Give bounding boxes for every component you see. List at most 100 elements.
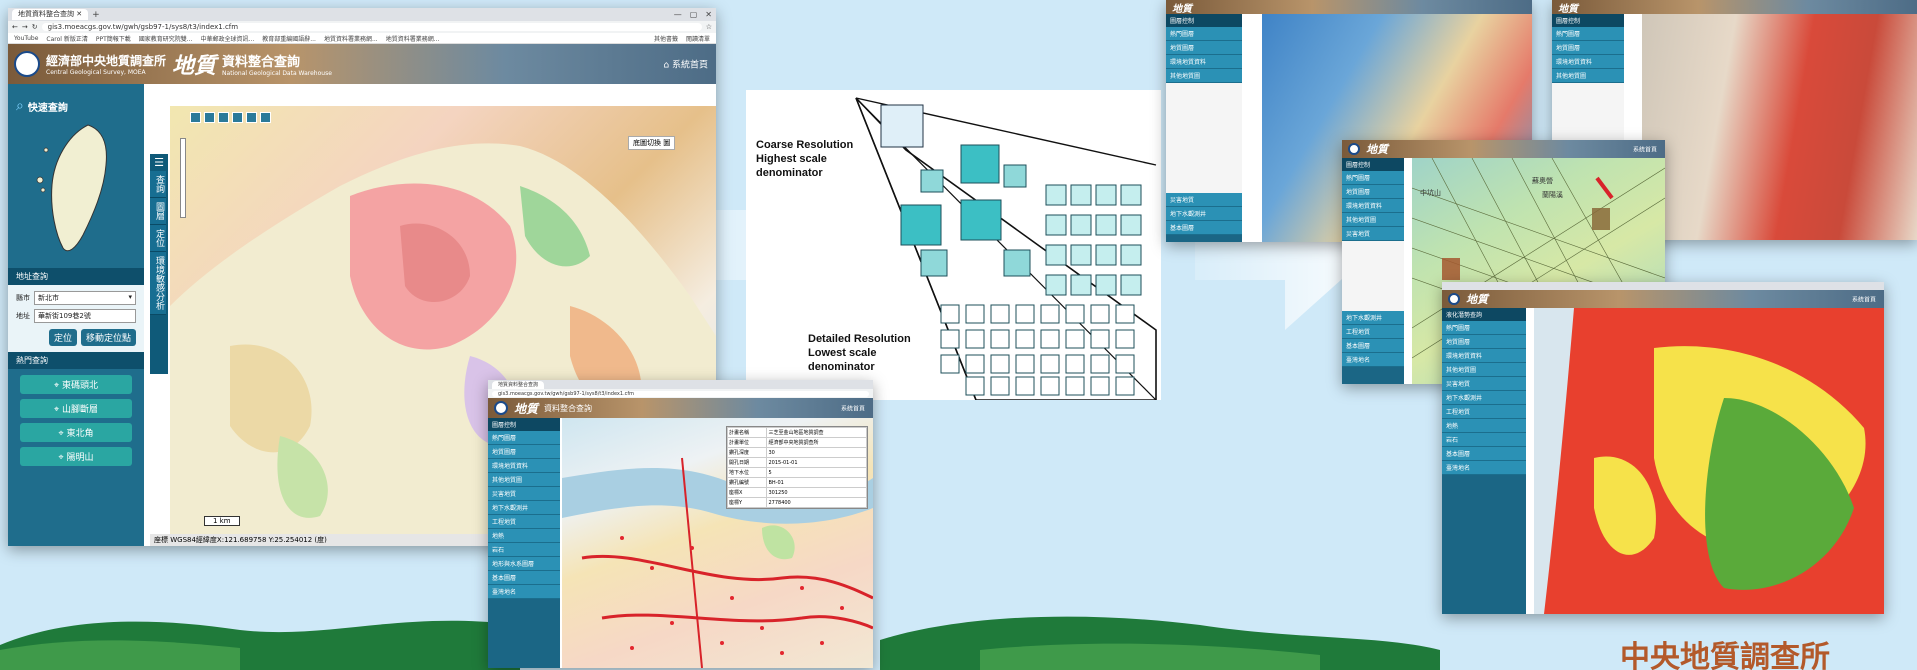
layer-item[interactable]: 其他地質圖 <box>1342 213 1404 227</box>
back-icon[interactable]: ← <box>12 23 18 31</box>
nav-item-query[interactable]: 查詢 <box>150 171 166 198</box>
zoom-slider[interactable] <box>180 138 186 218</box>
layer-item[interactable]: 熱門圖層 <box>1342 171 1404 185</box>
layer-item[interactable]: 基本圖層 <box>1342 339 1404 353</box>
layer-item[interactable]: 熱門圖層 <box>1166 27 1242 41</box>
county-select[interactable]: 新北市 ▾ <box>34 291 136 305</box>
layer-item[interactable]: 工程地質 <box>488 515 560 529</box>
layer-item[interactable]: 熱門圖層 <box>488 431 560 445</box>
bookmark-item[interactable]: PPT簡報下載 <box>96 34 131 43</box>
locate-button[interactable]: 定位 <box>48 329 77 346</box>
layer-checkbox-list[interactable] <box>1342 241 1404 311</box>
bookmark-item[interactable]: 中華郵政全球資訊... <box>201 34 255 43</box>
layer-item[interactable]: 地熱 <box>1442 419 1526 433</box>
nav-item-layers[interactable]: 圖層 <box>150 198 166 225</box>
layer-item[interactable]: 基本圖層 <box>488 571 560 585</box>
banner-title: 地質 <box>172 53 217 79</box>
table-cell: 301250 <box>766 487 867 498</box>
bookmark-item[interactable]: YouTube <box>14 35 38 42</box>
layer-item[interactable]: 其他地質圖 <box>1442 363 1526 377</box>
bookmark-item[interactable]: 閱讀清單 <box>686 34 710 43</box>
layer-item[interactable]: 其他地質圖 <box>1166 69 1242 83</box>
layer-item[interactable]: 熱門圖層 <box>1552 27 1624 41</box>
layer-item[interactable]: 地下水觀測井 <box>1442 391 1526 405</box>
bookmark-item[interactable]: 地質資料署業務網... <box>324 34 378 43</box>
address-input[interactable]: 華新街109巷2號 <box>34 309 136 323</box>
layer-item[interactable]: 地質圖層 <box>1166 41 1242 55</box>
bookmark-item[interactable]: Carol 新版正清 <box>46 34 87 43</box>
taiwan-map-icon[interactable] <box>28 120 128 260</box>
new-tab-icon[interactable]: + <box>92 10 100 20</box>
address-bar: ← → ↻ gis3.moeacgs.gov.tw/gwh/gsb97-1/sy… <box>8 21 716 33</box>
layer-item[interactable]: 地質圖層 <box>488 445 560 459</box>
layer-item[interactable]: 地熱 <box>488 529 560 543</box>
menu-icon[interactable]: ☰ <box>150 154 168 171</box>
layer-item[interactable]: 地形與水系圖層 <box>488 557 560 571</box>
measure-tool-icon[interactable] <box>232 112 243 123</box>
basemap-switch[interactable]: 底圖切換 圖 <box>628 136 676 150</box>
move-locate-button[interactable]: 移動定位點 <box>80 329 136 346</box>
layer-item[interactable]: 基本圖層 <box>1166 221 1242 235</box>
layer-item[interactable]: 其他地質圖 <box>488 473 560 487</box>
forward-icon[interactable]: → <box>22 23 28 31</box>
reload-icon[interactable]: ↻ <box>32 23 38 31</box>
layer-item[interactable]: 岩石 <box>488 543 560 557</box>
zoom-in-tool-icon[interactable] <box>190 112 201 123</box>
star-icon[interactable]: ☆ <box>706 23 712 31</box>
layer-item[interactable]: 地下水觀測井 <box>1166 207 1242 221</box>
layer-item[interactable]: 環境地質資料 <box>1442 349 1526 363</box>
layer-item[interactable]: 環境地質資料 <box>1342 199 1404 213</box>
pan-tool-icon[interactable] <box>218 112 229 123</box>
nav-item-locate[interactable]: 定位 <box>150 225 166 252</box>
layer-item[interactable]: 環境地質資料 <box>1166 55 1242 69</box>
map-canvas[interactable] <box>1642 14 1917 240</box>
bookmark-item[interactable]: 教育部重編國語辭... <box>262 34 316 43</box>
bookmark-item[interactable]: 其他書籤 <box>654 34 678 43</box>
layer-item[interactable]: 岩石 <box>1442 433 1526 447</box>
hot-item-button[interactable]: ⌖ 東碼頭北 <box>20 375 132 394</box>
layer-item[interactable]: 環境地質資料 <box>488 459 560 473</box>
map-canvas[interactable] <box>1534 308 1884 614</box>
url-field[interactable]: gis3.moeacgs.gov.tw/gwh/gsb97-1/sys8/t3/… <box>492 390 869 397</box>
hot-item-button[interactable]: ⌖ 山腳斷層 <box>20 399 132 418</box>
layer-item[interactable]: 臺灣地名 <box>1342 353 1404 367</box>
layer-item[interactable]: 環境地質資料 <box>1552 55 1624 69</box>
window-controls[interactable]: — ▢ ✕ <box>674 9 712 20</box>
layer-item[interactable]: 地下水觀測井 <box>488 501 560 515</box>
close-icon[interactable]: ✕ <box>76 10 82 18</box>
nav-item-sensitivity[interactable]: 環境敏感分析 <box>150 252 166 315</box>
browser-tab[interactable]: 地質資料整合查詢 <box>492 380 545 389</box>
browser-tab[interactable]: 地質資料整合查詢 ✕ <box>12 9 89 20</box>
layer-item[interactable]: 臺灣地名 <box>488 585 560 599</box>
zoom-out-tool-icon[interactable] <box>204 112 215 123</box>
layer-item[interactable]: 熱門圖層 <box>1442 321 1526 335</box>
layer-checkbox-list[interactable] <box>1166 83 1242 193</box>
coarse-line2: Highest scale <box>756 153 827 165</box>
home-button[interactable]: 系統首頁 <box>841 404 865 413</box>
layer-item[interactable]: 工程地質 <box>1442 405 1526 419</box>
layer-item[interactable]: 災害地質 <box>488 487 560 501</box>
hot-item-button[interactable]: ⌖ 陽明山 <box>20 447 132 466</box>
identify-tool-icon[interactable] <box>246 112 257 123</box>
layer-item[interactable]: 災害地質 <box>1442 377 1526 391</box>
print-tool-icon[interactable] <box>260 112 271 123</box>
bookmark-item[interactable]: 國家教育研究院雙... <box>139 34 193 43</box>
layer-item[interactable]: 地質圖層 <box>1552 41 1624 55</box>
hot-item-button[interactable]: ⌖ 東北角 <box>20 423 132 442</box>
hot-item-label: 山腳斷層 <box>61 405 98 415</box>
url-field[interactable]: gis3.moeacgs.gov.tw/gwh/gsb97-1/sys8/t3/… <box>41 23 702 31</box>
table-cell: 座標Y <box>726 497 768 508</box>
layer-item[interactable]: 災害地質 <box>1342 227 1404 241</box>
layer-item[interactable]: 其他地質圖 <box>1552 69 1624 83</box>
layer-item[interactable]: 工程地質 <box>1342 325 1404 339</box>
bookmark-item[interactable]: 地質資料署業務網... <box>386 34 440 43</box>
home-button[interactable]: 系統首頁 <box>1633 145 1657 154</box>
layer-item[interactable]: 災害地質 <box>1166 193 1242 207</box>
home-button[interactable]: ⌂ 系統首頁 <box>663 58 708 71</box>
layer-item[interactable]: 地質圖層 <box>1442 335 1526 349</box>
layer-item[interactable]: 地下水觀測井 <box>1342 311 1404 325</box>
layer-item[interactable]: 地質圖層 <box>1342 185 1404 199</box>
layer-item[interactable]: 基本圖層 <box>1442 447 1526 461</box>
home-button[interactable]: 系統首頁 <box>1852 295 1876 304</box>
layer-item[interactable]: 臺灣地名 <box>1442 461 1526 475</box>
